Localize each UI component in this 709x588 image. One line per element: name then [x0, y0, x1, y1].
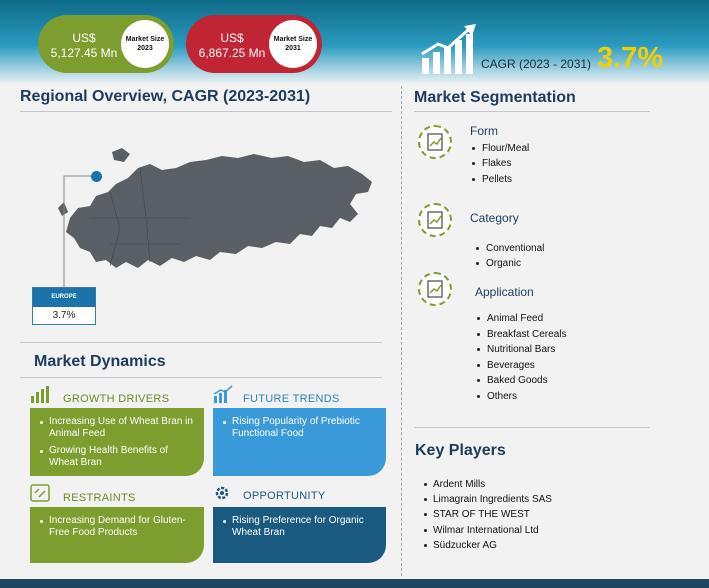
- column-divider: [401, 86, 402, 576]
- key-players-title: Key Players: [415, 442, 506, 459]
- market-size-2023-value: US$ 5,127.45 Mn: [50, 31, 118, 60]
- list-item: Südzucker AG: [424, 540, 497, 551]
- future-trends-box: Rising Popularity of Prebiotic Functiona…: [213, 408, 386, 476]
- opportunity-box: Rising Preference for Organic Wheat Bran: [213, 507, 386, 563]
- section-divider: [414, 111, 650, 112]
- market-size-2031-pill: US$ 6,867.25 Mn Market Size 2031: [186, 15, 322, 73]
- region-cagr: 3.7%: [52, 310, 76, 321]
- list-item: Nutritional Bars: [476, 344, 556, 355]
- form-segment-icon: [418, 125, 452, 159]
- future-trends-title: FUTURE TRENDS: [243, 393, 340, 405]
- section-divider: [414, 427, 650, 428]
- cagr-label: CAGR (2023 - 2031): [481, 57, 592, 71]
- opportunity-title: OPPORTUNITY: [243, 490, 326, 502]
- growth-drivers-title: GROWTH DRIVERS: [63, 393, 170, 405]
- list-item: Pellets: [471, 174, 513, 185]
- list-item: Conventional: [475, 243, 545, 254]
- list-item: Flour/Meal: [471, 143, 530, 154]
- gear-icon: [215, 486, 229, 500]
- regional-overview-title: Regional Overview, CAGR (2023-2031): [20, 88, 311, 105]
- europe-marker: [91, 171, 102, 182]
- list-item: Animal Feed: [476, 313, 544, 324]
- segment-label-application: Application: [475, 285, 534, 299]
- list-item: Ardent Mills: [423, 479, 486, 490]
- list-item: Increasing Use of Wheat Bran in Animal F…: [40, 416, 196, 440]
- section-divider: [20, 342, 382, 343]
- section-divider: [20, 377, 382, 378]
- list-item: Rising Preference for Organic Wheat Bran: [223, 515, 378, 539]
- footer-bar: [0, 579, 709, 588]
- market-size-2031-value: US$ 6,867.25 Mn: [198, 31, 266, 60]
- list-item: STAR OF THE WEST: [424, 509, 530, 520]
- list-item: Others: [476, 391, 518, 402]
- market-size-2031-label: Market Size 2031: [269, 20, 317, 68]
- segment-label-form: Form: [470, 124, 498, 138]
- list-item: Breakfast Cereals: [476, 329, 567, 340]
- list-item: Rising Popularity of Prebiotic Functiona…: [223, 416, 378, 440]
- restraints-icon: [30, 484, 50, 502]
- market-size-2023-label: Market Size 2023: [121, 20, 169, 68]
- market-dynamics-title: Market Dynamics: [34, 353, 166, 370]
- market-size-2023-pill: US$ 5,127.45 Mn Market Size 2023: [38, 15, 174, 73]
- list-item: Baked Goods: [477, 375, 548, 386]
- restraints-box: Increasing Demand for Gluten-Free Food P…: [30, 507, 204, 563]
- trend-chart-icon: [213, 385, 233, 403]
- list-item: Flakes: [471, 158, 512, 169]
- segment-label-category: Category: [470, 211, 519, 225]
- list-item: Organic: [475, 258, 522, 269]
- list-item: Limagrain Ingredients SAS: [424, 494, 552, 505]
- region-name: EUROPE: [33, 288, 95, 307]
- growth-drivers-box: Increasing Use of Wheat Bran in Animal F…: [30, 408, 204, 476]
- bar-chart-icon: [31, 386, 49, 403]
- growth-chart-icon: [421, 24, 476, 74]
- region-pointer-line: [63, 175, 98, 288]
- list-item: Beverages: [477, 360, 535, 371]
- restraints-title: RESTRAINTS: [63, 492, 136, 504]
- application-segment-icon: [418, 272, 452, 306]
- market-segmentation-title: Market Segmentation: [414, 89, 576, 106]
- list-item: Growing Health Benefits of Wheat Bran: [40, 445, 196, 469]
- europe-region-card: EUROPE 3.7%: [32, 287, 96, 325]
- list-item: Wilmar International Ltd: [424, 525, 539, 536]
- cagr-value: 3.7%: [597, 42, 664, 74]
- category-segment-icon: [418, 203, 452, 237]
- list-item: Increasing Demand for Gluten-Free Food P…: [40, 515, 196, 539]
- section-divider: [20, 111, 392, 112]
